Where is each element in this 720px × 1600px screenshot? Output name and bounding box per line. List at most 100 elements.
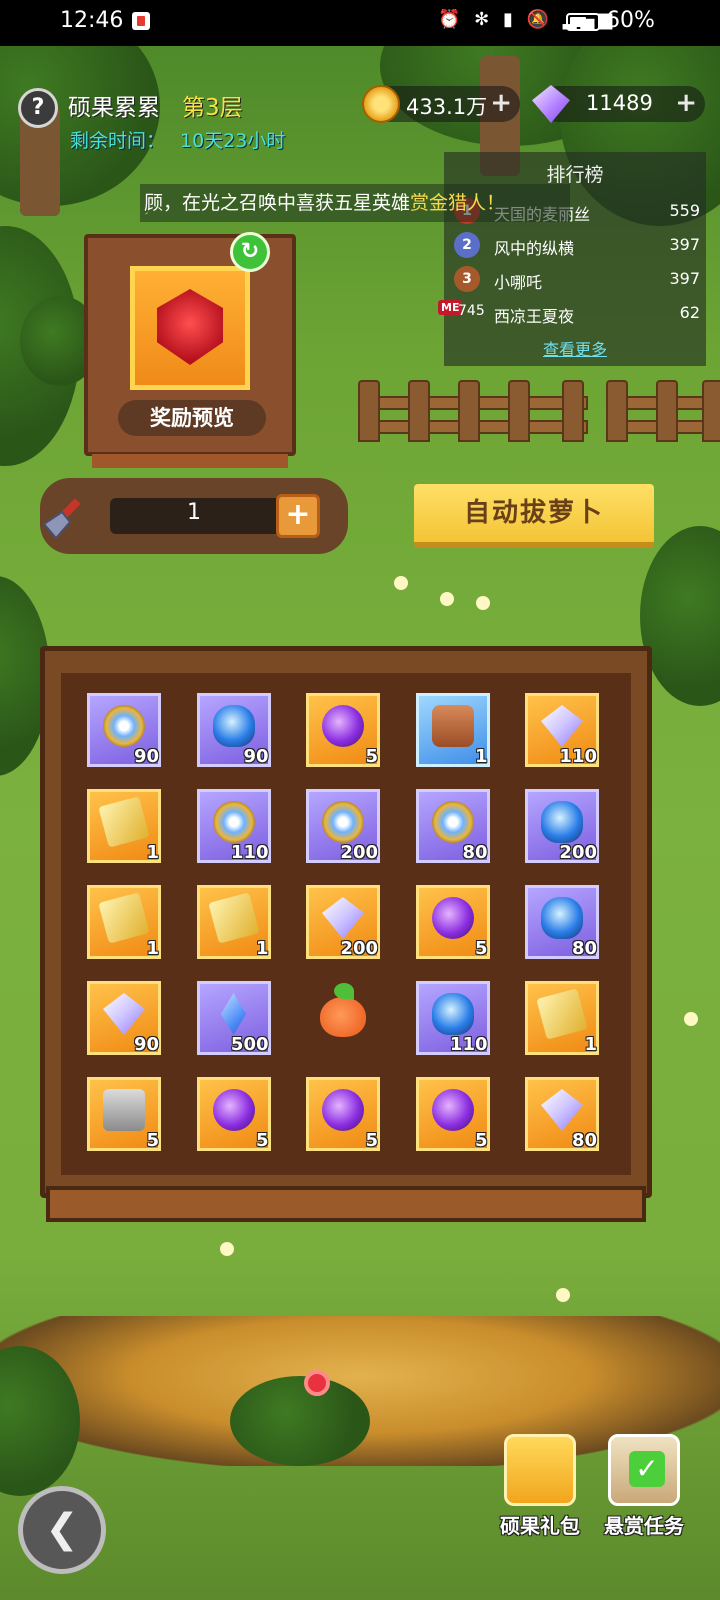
- board-cell-coin[interactable]: 90: [81, 687, 167, 773]
- board-cell-orb[interactable]: 5: [300, 687, 386, 773]
- rank-badge: 2: [454, 232, 480, 258]
- announcement-ticker: ؚ顾，在光之召唤中喜获五星英雄赏金猎人！: [140, 184, 570, 222]
- cell-quantity: 1: [255, 938, 269, 959]
- board-cell-orb[interactable]: 5: [410, 1071, 496, 1157]
- shovel-icon: [42, 498, 81, 540]
- flower-decoration: [394, 576, 408, 590]
- board-cell-crystal[interactable]: 500: [191, 975, 277, 1061]
- gem-currency: 11489 +: [532, 85, 705, 123]
- bounty-task-button[interactable]: ✓ 悬赏任务: [596, 1434, 692, 1544]
- board-cell-coin[interactable]: 80: [410, 783, 496, 869]
- board-cell-coin[interactable]: 200: [300, 783, 386, 869]
- ticker-text: ؚ顾，在光之召唤中喜获五星英雄: [144, 192, 411, 214]
- rank-player-name: 风中的纵横: [494, 239, 575, 258]
- carrot-leaf-icon: [334, 983, 354, 999]
- back-button[interactable]: ❮: [18, 1486, 106, 1574]
- rank-score: 397: [669, 269, 700, 288]
- cell-quantity: 5: [474, 1130, 488, 1151]
- add-gold-button[interactable]: +: [490, 90, 512, 116]
- board-cell-chest[interactable]: 5: [81, 1071, 167, 1157]
- rank-badge: 3: [454, 266, 480, 292]
- board-cell-carrot[interactable]: [300, 975, 386, 1061]
- gem-amount: 11489: [586, 91, 653, 115]
- board-cell-diamond[interactable]: 90: [81, 975, 167, 1061]
- cell-quantity: 1: [474, 746, 488, 767]
- reward-stand: [92, 454, 288, 468]
- board-cell-egg[interactable]: 110: [410, 975, 496, 1061]
- ranking-row-me: ME 745 西凉王夏夜 62: [438, 298, 700, 330]
- board-cell-orb[interactable]: 5: [410, 879, 496, 965]
- gift-pack-label: 硕果礼包: [500, 1514, 580, 1538]
- board-cell-orb[interactable]: 5: [300, 1071, 386, 1157]
- cell-quantity: 5: [146, 1130, 159, 1151]
- battery-percent: 60%: [606, 8, 655, 33]
- add-gems-button[interactable]: +: [675, 90, 697, 116]
- game-scene: ? 硕果累累 第3层 剩余时间： 10天23小时 433.1万 + 11489 …: [0, 46, 720, 1600]
- board-cell-ticket[interactable]: 1: [519, 975, 605, 1061]
- board-cell-ticket[interactable]: 1: [81, 879, 167, 965]
- cell-quantity: 1: [584, 1034, 597, 1055]
- cell-quantity: 110: [559, 746, 597, 767]
- board-grid: 90 90 5 1 110 1 110 200 80 200 1 1 200 5 80 90 500 110 1 5 5…: [61, 673, 631, 1175]
- board-cell-orb[interactable]: 5: [191, 1071, 277, 1157]
- egg-icon: [541, 897, 583, 939]
- cell-quantity: 200: [340, 842, 378, 863]
- cell-quantity: 90: [133, 746, 159, 767]
- rank-score: 397: [669, 235, 700, 254]
- orb-icon: [431, 1089, 474, 1131]
- gold-coin-icon: [362, 85, 400, 123]
- app-notification-icon: [132, 12, 150, 30]
- cell-quantity: 5: [474, 938, 488, 959]
- egg-icon: [212, 705, 255, 747]
- cell-quantity: 200: [340, 938, 378, 959]
- board-cell-coin[interactable]: 110: [191, 783, 277, 869]
- flower-decoration: [440, 592, 454, 606]
- cell-quantity: 80: [571, 938, 597, 959]
- coin-icon: [212, 801, 255, 843]
- help-button[interactable]: ?: [18, 88, 58, 128]
- reward-preview-panel[interactable]: ↻ 奖励预览: [84, 232, 296, 456]
- orb-icon: [431, 897, 474, 939]
- board-cell-diamond[interactable]: 80: [519, 1071, 605, 1157]
- board-cell-treasure[interactable]: 1: [410, 687, 496, 773]
- red-flower-decoration: [304, 1370, 330, 1396]
- cell-quantity: 90: [133, 1034, 159, 1055]
- board-cell-diamond[interactable]: 200: [300, 879, 386, 965]
- status-bar: 12:46 ⏰ ✻ ▮ 🔕 ▂▄▆ 60%: [0, 0, 720, 46]
- gold-currency: 433.1万 +: [362, 85, 520, 123]
- board-cell-ticket[interactable]: 1: [191, 879, 277, 965]
- board-cell-egg[interactable]: 200: [519, 783, 605, 869]
- carrot-board: 90 90 5 1 110 1 110 200 80 200 1 1 200 5 80 90 500 110 1 5 5…: [40, 646, 652, 1198]
- clipboard-icon: ✓: [608, 1434, 680, 1506]
- cell-quantity: 5: [255, 1130, 269, 1151]
- cell-quantity: 5: [365, 1130, 378, 1151]
- ranking-title: 排行榜: [546, 164, 604, 186]
- ticker-hero-name: 赏金猎人！: [410, 192, 506, 214]
- refresh-icon[interactable]: ↻: [230, 232, 270, 272]
- coin-icon: [103, 705, 145, 747]
- battery-fill: [570, 17, 586, 27]
- coin-icon: [431, 801, 474, 843]
- board-cell-diamond[interactable]: 110: [519, 687, 605, 773]
- rank-score: 62: [679, 303, 700, 322]
- gift-box-icon: [504, 1434, 576, 1506]
- reward-preview-label: 奖励预览: [118, 400, 266, 436]
- bounty-task-label: 悬赏任务: [604, 1514, 684, 1538]
- add-shovel-button[interactable]: +: [276, 494, 320, 538]
- coin-icon: [322, 801, 364, 843]
- ranking-row: 3 小哪吒 397: [454, 264, 700, 296]
- bush-decoration: [640, 526, 720, 706]
- gold-amount: 433.1万: [406, 95, 488, 119]
- board-cell-ticket[interactable]: 1: [81, 783, 167, 869]
- board-cell-egg[interactable]: 90: [191, 687, 277, 773]
- carrot-icon: [320, 997, 366, 1037]
- ranking-view-more-link[interactable]: 查看更多: [444, 336, 706, 360]
- auto-pull-carrot-button[interactable]: 自动拔萝卜: [414, 484, 654, 548]
- status-time: 12:46: [60, 8, 124, 33]
- cell-quantity: 1: [146, 842, 159, 863]
- board-cell-egg[interactable]: 80: [519, 879, 605, 965]
- harvest-gift-pack-button[interactable]: 硕果礼包: [492, 1434, 588, 1544]
- orb-icon: [322, 705, 364, 747]
- chest-icon: [103, 1089, 145, 1131]
- flower-decoration: [476, 596, 490, 610]
